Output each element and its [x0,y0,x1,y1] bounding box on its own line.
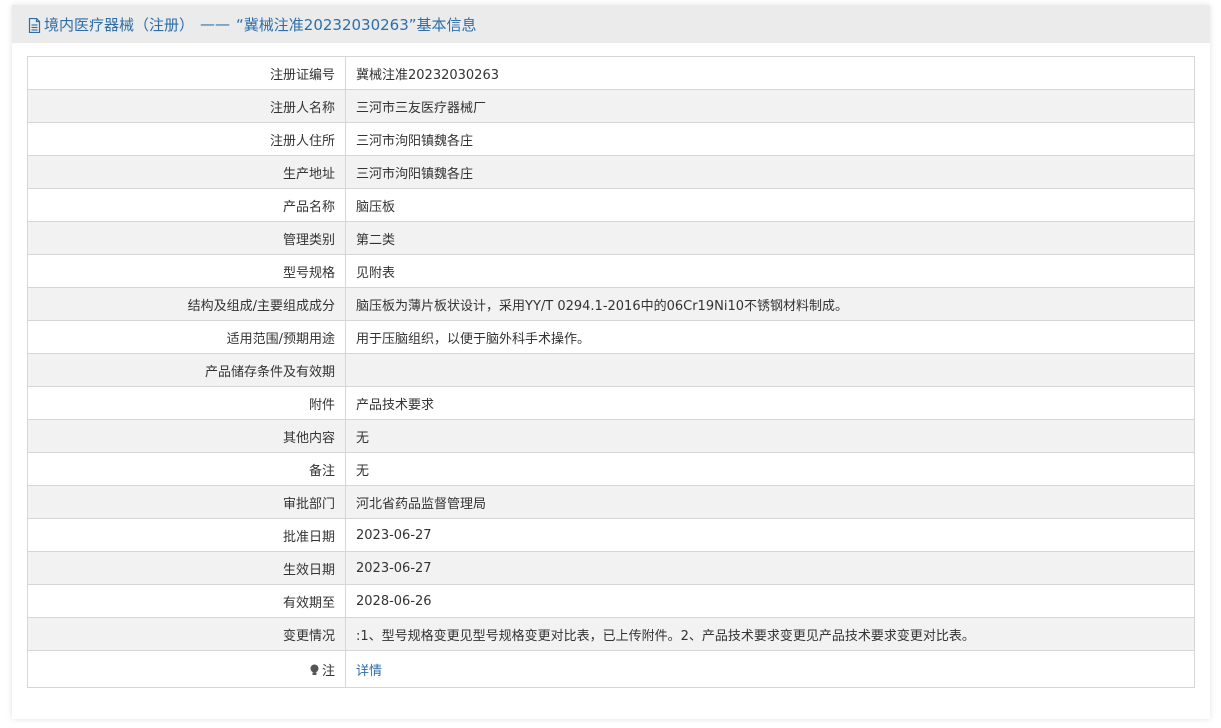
table-row: 产品储存条件及有效期 [27,353,1195,387]
table-row: 注册证编号 冀械注准20232030263 [27,56,1195,90]
row-label: 注册人名称 [27,89,346,123]
row-value: 三河市泃阳镇魏各庄 [345,155,1195,189]
document-icon [28,17,41,33]
registration-info-panel: 境内医疗器械（注册） —— “冀械注准20232030263”基本信息 注册证编… [12,5,1210,719]
row-label: 产品名称 [27,188,346,222]
table-row: 注册人住所 三河市泃阳镇魏各庄 [27,122,1195,156]
header-category: 境内医疗器械（注册） [44,15,195,34]
table-row: 批准日期 2023-06-27 [27,518,1195,552]
lightbulb-icon [309,664,320,676]
row-label: 注册证编号 [27,56,346,90]
row-value: 2023-06-27 [345,518,1195,552]
table-row: 生效日期 2023-06-27 [27,551,1195,585]
row-value [345,353,1195,387]
row-value: 脑压板 [345,188,1195,222]
row-label: 注册人住所 [27,122,346,156]
note-label: 注 [321,663,335,679]
row-value: 无 [345,452,1195,486]
row-value: 第二类 [345,221,1195,255]
row-label: 结构及组成/主要组成成分 [27,287,346,321]
table-row: 产品名称 脑压板 [27,188,1195,222]
row-label: 附件 [27,386,346,420]
table-row: 管理类别 第二类 [27,221,1195,255]
table-row: 变更情况:1、型号规格变更见型号规格变更对比表，已上传附件。2、产品技术要求变更… [27,617,1195,651]
row-label: 生效日期 [27,551,346,585]
row-value: 河北省药品监督管理局 [345,485,1195,519]
row-label: 适用范围/预期用途 [27,320,346,354]
table-row: 审批部门 河北省药品监督管理局 [27,485,1195,519]
row-label: 审批部门 [27,485,346,519]
row-value: 2028-06-26 [345,584,1195,618]
table-row: 有效期至 2028-06-26 [27,584,1195,618]
row-label: 产品储存条件及有效期 [27,353,346,387]
table-row: 型号规格 见附表 [27,254,1195,288]
table-row-note: 注 详情 [27,650,1195,688]
row-value: 脑压板为薄片板状设计，采用YY/T 0294.1-2016中的06Cr19Ni1… [345,287,1195,321]
row-value: 见附表 [345,254,1195,288]
header-separator: —— [200,15,231,33]
row-label: 生产地址 [27,155,346,189]
row-label: 管理类别 [27,221,346,255]
row-label: 其他内容 [27,419,346,453]
row-value: 无 [345,419,1195,453]
info-table: 注册证编号 冀械注准20232030263 注册人名称 三河市三友医疗器械厂 注册人住所… [27,56,1195,688]
row-label: 批准日期 [27,518,346,552]
note-value-cell: 详情 [345,650,1195,688]
table-row: 注册人名称 三河市三友医疗器械厂 [27,89,1195,123]
table-row: 适用范围/预期用途 用于压脑组织，以便于脑外科手术操作。 [27,320,1195,354]
row-label: 型号规格 [27,254,346,288]
row-value: 产品技术要求 [345,386,1195,420]
table-row: 附件 产品技术要求 [27,386,1195,420]
row-label: 有效期至 [27,584,346,618]
row-value: :1、型号规格变更见型号规格变更对比表，已上传附件。2、产品技术要求变更见产品技… [345,617,1195,651]
note-label-cell: 注 [27,650,346,688]
table-row: 结构及组成/主要组成成分 脑压板为薄片板状设计，采用YY/T 0294.1-201… [27,287,1195,321]
row-value: 用于压脑组织，以便于脑外科手术操作。 [345,320,1195,354]
row-value: 三河市泃阳镇魏各庄 [345,122,1195,156]
row-label: 变更情况 [27,617,346,651]
table-row: 其他内容无 [27,419,1195,453]
table-row: 生产地址 三河市泃阳镇魏各庄 [27,155,1195,189]
table-row: 备注无 [27,452,1195,486]
detail-link[interactable]: 详情 [356,664,382,679]
header-title: “冀械注准20232030263”基本信息 [236,15,477,34]
panel-header: 境内医疗器械（注册） —— “冀械注准20232030263”基本信息 [12,5,1210,43]
row-value: 三河市三友医疗器械厂 [345,89,1195,123]
row-label: 备注 [27,452,346,486]
row-value: 2023-06-27 [345,551,1195,585]
row-value: 冀械注准20232030263 [345,56,1195,90]
